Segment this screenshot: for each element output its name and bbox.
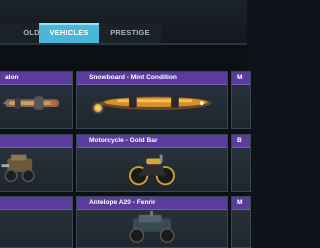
card-partial[interactable]: M: [231, 71, 251, 129]
card-title: Motorcycle - Gold Bar: [89, 137, 158, 144]
tab-prestige-weapon[interactable]: PRESTIGE WEAPON: [99, 23, 161, 57]
tab-bar: OLDIERS VEHICLES PRESTIGE WEAPON: [0, 0, 247, 57]
card-antelope[interactable]: Antelope A20 - Fenrir: [76, 196, 228, 248]
card-header: B: [232, 135, 250, 148]
card-motorcycle[interactable]: Motorcycle - Gold Bar: [76, 134, 228, 192]
wingsuit-icon: [0, 84, 72, 128]
card-partial[interactable]: [0, 196, 73, 248]
card-atv[interactable]: [0, 134, 73, 192]
card-wingsuit[interactable]: alon: [0, 71, 73, 129]
card-title: Snowboard - Mint Condition: [89, 74, 177, 81]
motorcycle-icon: [77, 147, 227, 191]
atv-icon: [0, 147, 72, 191]
card-partial[interactable]: M: [231, 196, 251, 248]
antelope-icon: [77, 209, 227, 247]
tab-vehicles[interactable]: VEHICLES: [39, 23, 99, 43]
card-title: M: [237, 199, 243, 206]
card-snowboard[interactable]: Snowboard - Mint Condition: [76, 71, 228, 129]
card-title: alon: [5, 74, 19, 81]
card-header: M: [232, 197, 250, 210]
coin-icon: [94, 104, 102, 112]
card-title: B: [237, 137, 242, 144]
card-title: Antelope A20 - Fenrir: [89, 199, 156, 206]
card-partial[interactable]: B: [231, 134, 251, 192]
card-header: [0, 197, 72, 210]
card-header: M: [232, 72, 250, 85]
card-title: M: [237, 74, 243, 81]
